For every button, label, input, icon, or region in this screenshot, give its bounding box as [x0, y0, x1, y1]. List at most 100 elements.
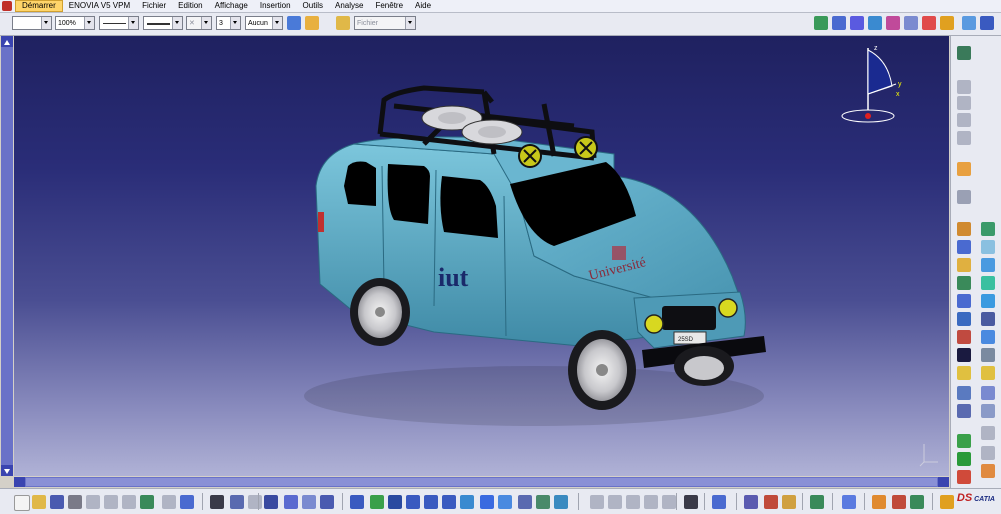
zoom-out-icon[interactable] [442, 495, 456, 509]
layer-select[interactable]: Aucun [245, 16, 283, 30]
tree-icon[interactable] [284, 495, 298, 509]
mirror-icon[interactable] [981, 348, 995, 362]
stiffener-icon[interactable] [957, 276, 971, 290]
fit-all-icon[interactable] [370, 495, 384, 509]
catia-app-icon[interactable] [2, 1, 12, 11]
transform-icon[interactable] [957, 190, 971, 204]
draft-icon[interactable] [957, 312, 971, 326]
redo-icon[interactable] [162, 495, 176, 509]
zoom-select[interactable]: 100% [55, 16, 95, 30]
cut-icon[interactable] [86, 495, 100, 509]
graph-icon[interactable] [980, 16, 994, 30]
scroll-thumb[interactable] [26, 478, 937, 486]
camera-icon[interactable] [684, 495, 698, 509]
split-icon[interactable] [981, 404, 995, 418]
open-folder-icon[interactable] [32, 495, 46, 509]
menu-fichier[interactable]: Fichier [136, 0, 172, 12]
pad-icon[interactable] [957, 113, 971, 127]
fillet-icon[interactable] [957, 294, 971, 308]
iso-view-icon[interactable] [498, 495, 512, 509]
workbench-icon[interactable] [957, 46, 971, 60]
point-style-select[interactable]: ✕ [186, 16, 212, 30]
bottle-icon[interactable] [782, 495, 796, 509]
thickness-select[interactable]: 3 [216, 16, 241, 30]
loft-icon[interactable] [981, 276, 995, 290]
slot-icon[interactable] [981, 258, 995, 272]
menu-analyse[interactable]: Analyse [329, 0, 369, 12]
sync-icon[interactable] [810, 495, 824, 509]
material-library-icon[interactable] [892, 495, 906, 509]
undo-icon[interactable] [140, 495, 154, 509]
tools-icon[interactable] [904, 16, 918, 30]
annotation-icon[interactable] [957, 348, 971, 362]
intersect-icon[interactable] [957, 470, 971, 484]
formula-icon[interactable] [210, 495, 224, 509]
normal-view-bottom-icon[interactable] [460, 495, 474, 509]
menu-insertion[interactable]: Insertion [254, 0, 297, 12]
axis-icon[interactable] [981, 386, 995, 400]
paint-brush-icon[interactable] [287, 16, 301, 30]
compass-widget[interactable]: z y x [836, 40, 906, 130]
render-icon[interactable] [910, 495, 924, 509]
catalog-icon[interactable] [302, 495, 316, 509]
linetype-select[interactable] [99, 16, 139, 30]
scroll-right-button[interactable] [938, 477, 949, 487]
section-icon[interactable] [744, 495, 758, 509]
print-icon[interactable] [68, 495, 82, 509]
multi-view-icon[interactable] [868, 16, 882, 30]
vertical-scrollbar[interactable] [1, 36, 13, 476]
snap-icon[interactable] [626, 495, 640, 509]
copy-icon[interactable] [104, 495, 118, 509]
boolean-icon[interactable] [957, 404, 971, 418]
plane-view-icon[interactable] [842, 495, 856, 509]
render-style-icon[interactable] [518, 495, 532, 509]
plane-icon[interactable] [957, 96, 971, 110]
hide-show-icon[interactable] [536, 495, 550, 509]
revolve-icon[interactable] [957, 222, 971, 236]
apply-material-icon[interactable] [872, 495, 886, 509]
rotate-icon[interactable] [814, 16, 828, 30]
filter-select[interactable]: Fichier [354, 16, 416, 30]
knowledge-icon[interactable] [248, 495, 262, 509]
thread-icon[interactable] [981, 330, 995, 344]
new-file-icon[interactable] [14, 495, 30, 511]
pocket-icon[interactable] [957, 131, 971, 145]
thickness-icon[interactable] [957, 330, 971, 344]
menu-affichage[interactable]: Affichage [209, 0, 254, 12]
constraint-icon[interactable] [957, 386, 971, 400]
update-icon[interactable] [320, 495, 334, 509]
swap-icon[interactable] [940, 16, 954, 30]
help-icon[interactable] [180, 495, 194, 509]
menu-edition[interactable]: Edition [172, 0, 208, 12]
remove-icon[interactable] [981, 446, 995, 460]
comment-icon[interactable] [230, 495, 244, 509]
dimension-icon[interactable] [608, 495, 622, 509]
sketch-icon[interactable] [957, 80, 971, 94]
cube-icon[interactable] [832, 16, 846, 30]
hole-icon[interactable] [981, 240, 995, 254]
assemble-icon[interactable] [957, 452, 971, 466]
union-trim-icon[interactable] [981, 464, 995, 478]
linewidth-select[interactable] [143, 16, 183, 30]
save-icon[interactable] [50, 495, 64, 509]
menu-demarrer[interactable]: Démarrer [15, 0, 63, 12]
scroll-left-button[interactable] [14, 477, 25, 487]
horizontal-scrollbar[interactable] [14, 477, 949, 487]
3d-viewport[interactable]: iut Université 25SD z y x [14, 36, 949, 476]
scroll-down-button[interactable] [1, 465, 13, 476]
shading-icon[interactable] [922, 16, 936, 30]
pattern-icon[interactable] [957, 366, 971, 380]
surface-icon[interactable] [981, 426, 995, 440]
std-view-icon[interactable] [590, 495, 604, 509]
grid-icon[interactable] [644, 495, 658, 509]
select-arrow-icon[interactable] [957, 162, 971, 176]
lights-icon[interactable] [712, 495, 726, 509]
zoom-in-icon[interactable] [424, 495, 438, 509]
menu-enovia[interactable]: ENOVIA V5 VPM [63, 0, 136, 12]
quick-view-icon[interactable] [480, 495, 494, 509]
shell-icon[interactable] [981, 312, 995, 326]
measure-icon[interactable] [886, 16, 900, 30]
scale-icon[interactable] [981, 366, 995, 380]
menu-outils[interactable]: Outils [297, 0, 329, 12]
shaft-icon[interactable] [981, 222, 995, 236]
